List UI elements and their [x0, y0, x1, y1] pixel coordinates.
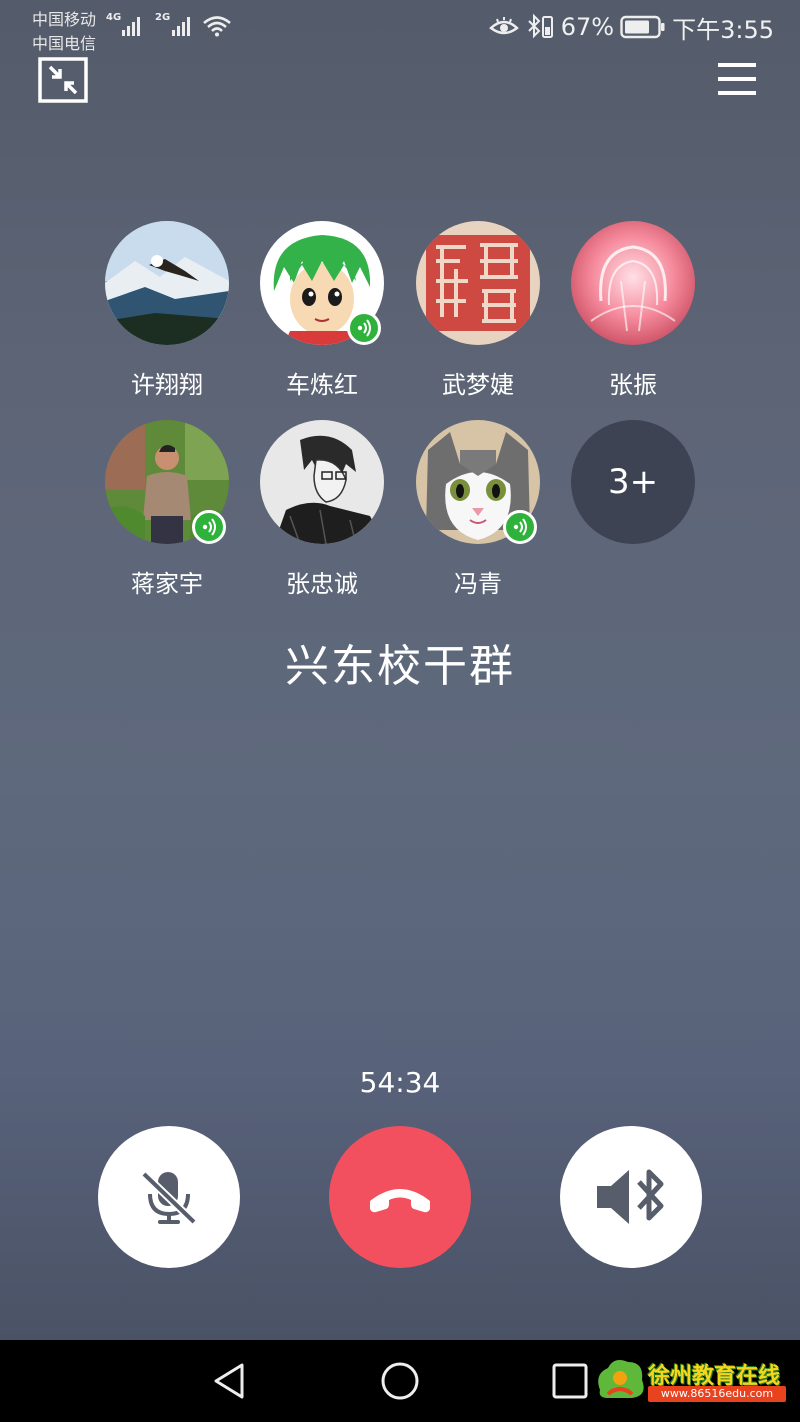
member-name: 武梦婕 — [442, 371, 514, 399]
member-name: 冯青 — [454, 570, 502, 598]
mute-button[interactable] — [98, 1126, 240, 1268]
home-icon[interactable] — [378, 1359, 422, 1403]
site-watermark: 徐州教育在线 www.86516edu.com — [592, 1356, 792, 1406]
status-bar: 中国移动 中国电信 4G 2G 67% 下午3:55 — [0, 0, 800, 56]
member-name: 车炼红 — [286, 371, 358, 399]
avatar — [571, 221, 695, 345]
bluetooth-battery-icon — [528, 13, 553, 39]
member-name: 张忠诚 — [286, 570, 358, 598]
eye-comfort-icon — [488, 17, 519, 35]
avatar — [416, 221, 540, 345]
clock: 下午3:55 — [672, 15, 774, 44]
avatar — [105, 221, 229, 345]
signal-strength-icon — [122, 17, 140, 36]
mic-off-icon — [141, 1171, 197, 1225]
minimize-window-icon[interactable] — [38, 57, 88, 103]
back-icon[interactable] — [208, 1359, 252, 1403]
carrier-1-label: 中国移动 — [32, 10, 97, 29]
watermark-url: www.86516edu.com — [648, 1386, 786, 1402]
member-name: 张振 — [609, 371, 657, 399]
hangup-button[interactable] — [329, 1126, 471, 1268]
member-name: 许翔翔 — [131, 371, 203, 399]
avatar — [260, 420, 384, 544]
battery-percent: 67% — [560, 13, 615, 41]
member-name: 蒋家宇 — [131, 570, 203, 598]
signal-strength-icon-2 — [172, 17, 190, 36]
battery-icon — [620, 15, 665, 39]
speaking-indicator-icon — [503, 510, 537, 544]
phone-hangup-icon — [370, 1189, 430, 1213]
menu-icon[interactable] — [716, 61, 758, 97]
watermark-logo — [598, 1360, 644, 1398]
recents-icon[interactable] — [548, 1359, 592, 1403]
network-type-2: 2G — [155, 12, 171, 23]
speaking-indicator-icon — [347, 311, 381, 345]
wifi-icon — [203, 16, 231, 37]
speaker-button[interactable] — [560, 1126, 702, 1268]
call-duration: 54:34 — [359, 1066, 441, 1099]
bluetooth-speaker-icon — [597, 1169, 664, 1224]
more-members-count: 3+ — [571, 420, 695, 544]
speaking-indicator-icon — [192, 510, 226, 544]
group-name: 兴东校干群 — [285, 641, 515, 692]
network-type-1: 4G — [106, 12, 122, 23]
status-right-group: 67% 下午3:55 — [488, 10, 774, 44]
carrier-2-label: 中国电信 — [32, 34, 97, 53]
